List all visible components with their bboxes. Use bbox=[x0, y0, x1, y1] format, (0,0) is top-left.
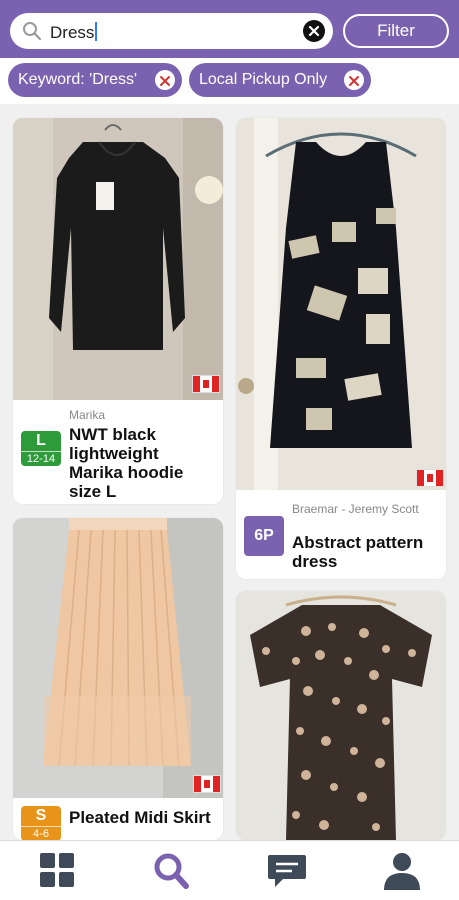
size-badge: L 12-14 bbox=[21, 431, 61, 466]
listing-photo bbox=[236, 591, 446, 840]
filter-button[interactable]: Filter bbox=[343, 14, 449, 48]
tab-search[interactable] bbox=[150, 851, 194, 891]
listing-card[interactable]: Marika L 12-14 NWT black lightweight Mar… bbox=[13, 118, 223, 504]
text-cursor bbox=[95, 22, 98, 41]
tab-dashboard[interactable] bbox=[35, 851, 79, 891]
listing-photo bbox=[13, 118, 223, 400]
listing-title: Abstract pattern dress bbox=[292, 533, 424, 571]
listing-title: Pleated Midi Skirt bbox=[69, 808, 211, 827]
filter-chip-label: Keyword: 'Dress' bbox=[18, 71, 138, 88]
listing-card[interactable] bbox=[236, 591, 446, 840]
tab-profile[interactable] bbox=[380, 851, 424, 891]
bottom-tab-bar bbox=[0, 840, 459, 900]
active-filters: Keyword: 'Dress' Local Pickup Only bbox=[0, 58, 459, 104]
search-header: Dress Filter bbox=[0, 0, 459, 58]
canada-flag-icon bbox=[416, 469, 444, 487]
search-input[interactable]: Dress bbox=[10, 13, 333, 49]
filter-chip-keyword[interactable]: Keyword: 'Dress' bbox=[8, 63, 182, 97]
canada-flag-icon bbox=[192, 375, 220, 393]
listing-card[interactable]: S 4-6 Pleated Midi Skirt bbox=[13, 518, 223, 840]
listing-brand: Marika bbox=[69, 408, 106, 422]
listing-title: NWT black lightweight Marika hoodie size… bbox=[69, 425, 184, 501]
dashboard-icon bbox=[40, 853, 74, 887]
tab-messages[interactable] bbox=[265, 851, 309, 891]
filter-chip-label: Local Pickup Only bbox=[199, 71, 328, 88]
profile-icon bbox=[384, 853, 420, 890]
search-icon bbox=[154, 853, 189, 889]
search-icon bbox=[23, 22, 42, 41]
size-badge: 6P bbox=[244, 516, 284, 556]
remove-filter-icon[interactable] bbox=[155, 70, 175, 90]
listing-brand: Braemar - Jeremy Scott bbox=[292, 502, 419, 516]
remove-filter-icon[interactable] bbox=[344, 70, 364, 90]
search-input-value: Dress bbox=[50, 22, 98, 42]
size-badge: S 4-6 bbox=[21, 806, 61, 840]
filter-chip-local-pickup[interactable]: Local Pickup Only bbox=[189, 63, 371, 97]
chat-icon bbox=[268, 855, 306, 887]
clear-search-icon[interactable] bbox=[303, 20, 325, 42]
canada-flag-icon bbox=[193, 775, 221, 793]
listing-photo bbox=[13, 518, 223, 798]
listing-card[interactable]: Braemar - Jeremy Scott 6P Abstract patte… bbox=[236, 118, 446, 579]
listing-photo bbox=[236, 118, 446, 490]
